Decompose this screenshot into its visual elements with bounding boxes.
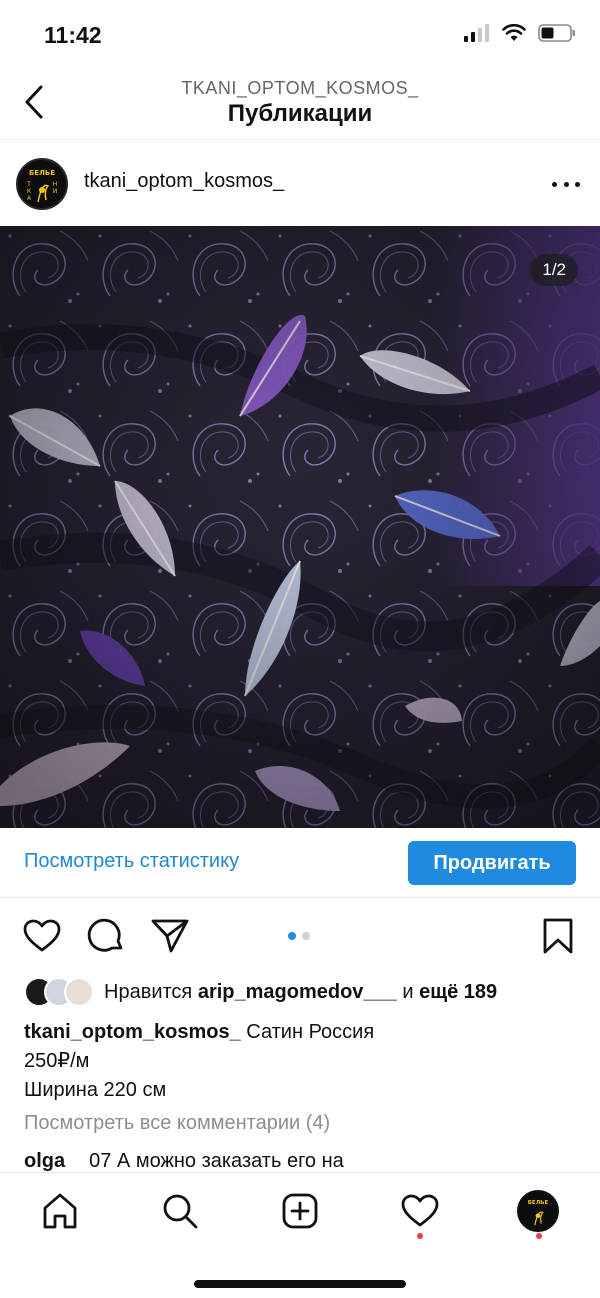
home-indicator xyxy=(194,1280,406,1288)
save-button[interactable] xyxy=(538,916,578,956)
status-bar: 11:42 xyxy=(0,0,600,72)
status-time: 11:42 xyxy=(44,22,102,48)
more-options-button[interactable] xyxy=(552,178,580,190)
page-title: Публикации xyxy=(227,100,373,127)
avatar xyxy=(64,977,94,1007)
caption-username[interactable]: tkani_optom_kosmos_ xyxy=(24,1021,241,1043)
comment-text: 07 А можно заказать его на xyxy=(89,1150,344,1172)
svg-text:Т: Т xyxy=(26,181,31,188)
fabric-photo xyxy=(0,226,600,828)
page-header: TKANI_OPTOM_KOSMOS_ Публикации xyxy=(0,72,600,140)
view-all-comments-link[interactable]: Посмотреть все комментарии (4) xyxy=(24,1112,330,1135)
image-counter: 1/2 xyxy=(530,254,578,286)
like-button[interactable] xyxy=(22,916,62,956)
header-username: TKANI_OPTOM_KOSMOS_ xyxy=(181,78,419,98)
heart-icon xyxy=(23,919,61,952)
tab-home[interactable] xyxy=(38,1189,82,1233)
insights-row: Посмотреть статистику Продвигать xyxy=(0,828,600,898)
send-icon xyxy=(151,919,189,953)
post-header: БЕЛЬЕ Т К А Н И tkani_optom_kosmos_ xyxy=(0,142,600,226)
action-bar xyxy=(0,900,600,972)
comment-icon xyxy=(87,918,123,952)
avatar: БЕЛЬЕ xyxy=(517,1190,559,1232)
signal-icon xyxy=(464,24,489,42)
caption-line: Ширина 220 см xyxy=(24,1079,167,1101)
svg-text:И: И xyxy=(53,188,58,195)
svg-text:БЕЛЬЕ: БЕЛЬЕ xyxy=(528,1200,549,1206)
likes-count[interactable]: ещё 189 xyxy=(419,981,497,1003)
caption-line: Сатин Россия xyxy=(246,1021,375,1043)
comment-username[interactable]: olga xyxy=(24,1150,65,1172)
post-username[interactable]: tkani_optom_kosmos_ xyxy=(84,170,284,193)
tab-activity[interactable] xyxy=(398,1189,442,1233)
liker-username[interactable]: arip_magomedov___ xyxy=(198,981,397,1003)
wifi-icon xyxy=(502,24,526,41)
carousel-indicator xyxy=(288,932,310,940)
brand-logo: БЕЛЬЕ Т К А Н И xyxy=(18,160,66,208)
post-caption: tkani_optom_kosmos_ Сатин Россия 250₽/м … xyxy=(24,1018,584,1105)
activity-notification-dot xyxy=(417,1233,423,1239)
avatar[interactable]: БЕЛЬЕ Т К А Н И xyxy=(16,158,68,210)
bookmark-icon xyxy=(543,918,573,954)
brand-logo: БЕЛЬЕ xyxy=(519,1192,557,1230)
share-button[interactable] xyxy=(150,916,190,956)
likes-row[interactable]: Нравится arip_magomedov___ и ещё 189 xyxy=(24,976,584,1008)
svg-text:К: К xyxy=(27,188,32,195)
tab-profile[interactable]: БЕЛЬЕ xyxy=(516,1189,560,1233)
battery-icon xyxy=(538,24,575,42)
plus-square-icon xyxy=(282,1193,318,1229)
status-icons xyxy=(464,24,576,42)
search-icon xyxy=(163,1194,198,1229)
promote-button[interactable]: Продвигать xyxy=(408,841,576,885)
view-insights-link[interactable]: Посмотреть статистику xyxy=(24,850,239,873)
post-image[interactable]: 1/2 xyxy=(0,226,600,828)
comment-button[interactable] xyxy=(86,916,126,956)
svg-text:Н: Н xyxy=(53,181,58,188)
comment-preview: olga 07 А можно заказать его на xyxy=(24,1150,564,1172)
svg-text:БЕЛЬЕ: БЕЛЬЕ xyxy=(29,169,55,177)
more-horizontal-icon xyxy=(552,181,557,187)
likes-text: Нравится arip_magomedov___ и ещё 189 xyxy=(104,980,498,1003)
liker-avatars xyxy=(24,977,96,1007)
caption-line: 250₽/м xyxy=(24,1050,90,1072)
heart-icon xyxy=(401,1194,439,1227)
carousel-dot xyxy=(288,932,296,940)
carousel-dot xyxy=(302,932,310,940)
home-icon xyxy=(43,1193,77,1229)
tab-create[interactable] xyxy=(278,1189,322,1233)
tab-search[interactable] xyxy=(158,1189,202,1233)
profile-notification-dot xyxy=(536,1233,542,1239)
